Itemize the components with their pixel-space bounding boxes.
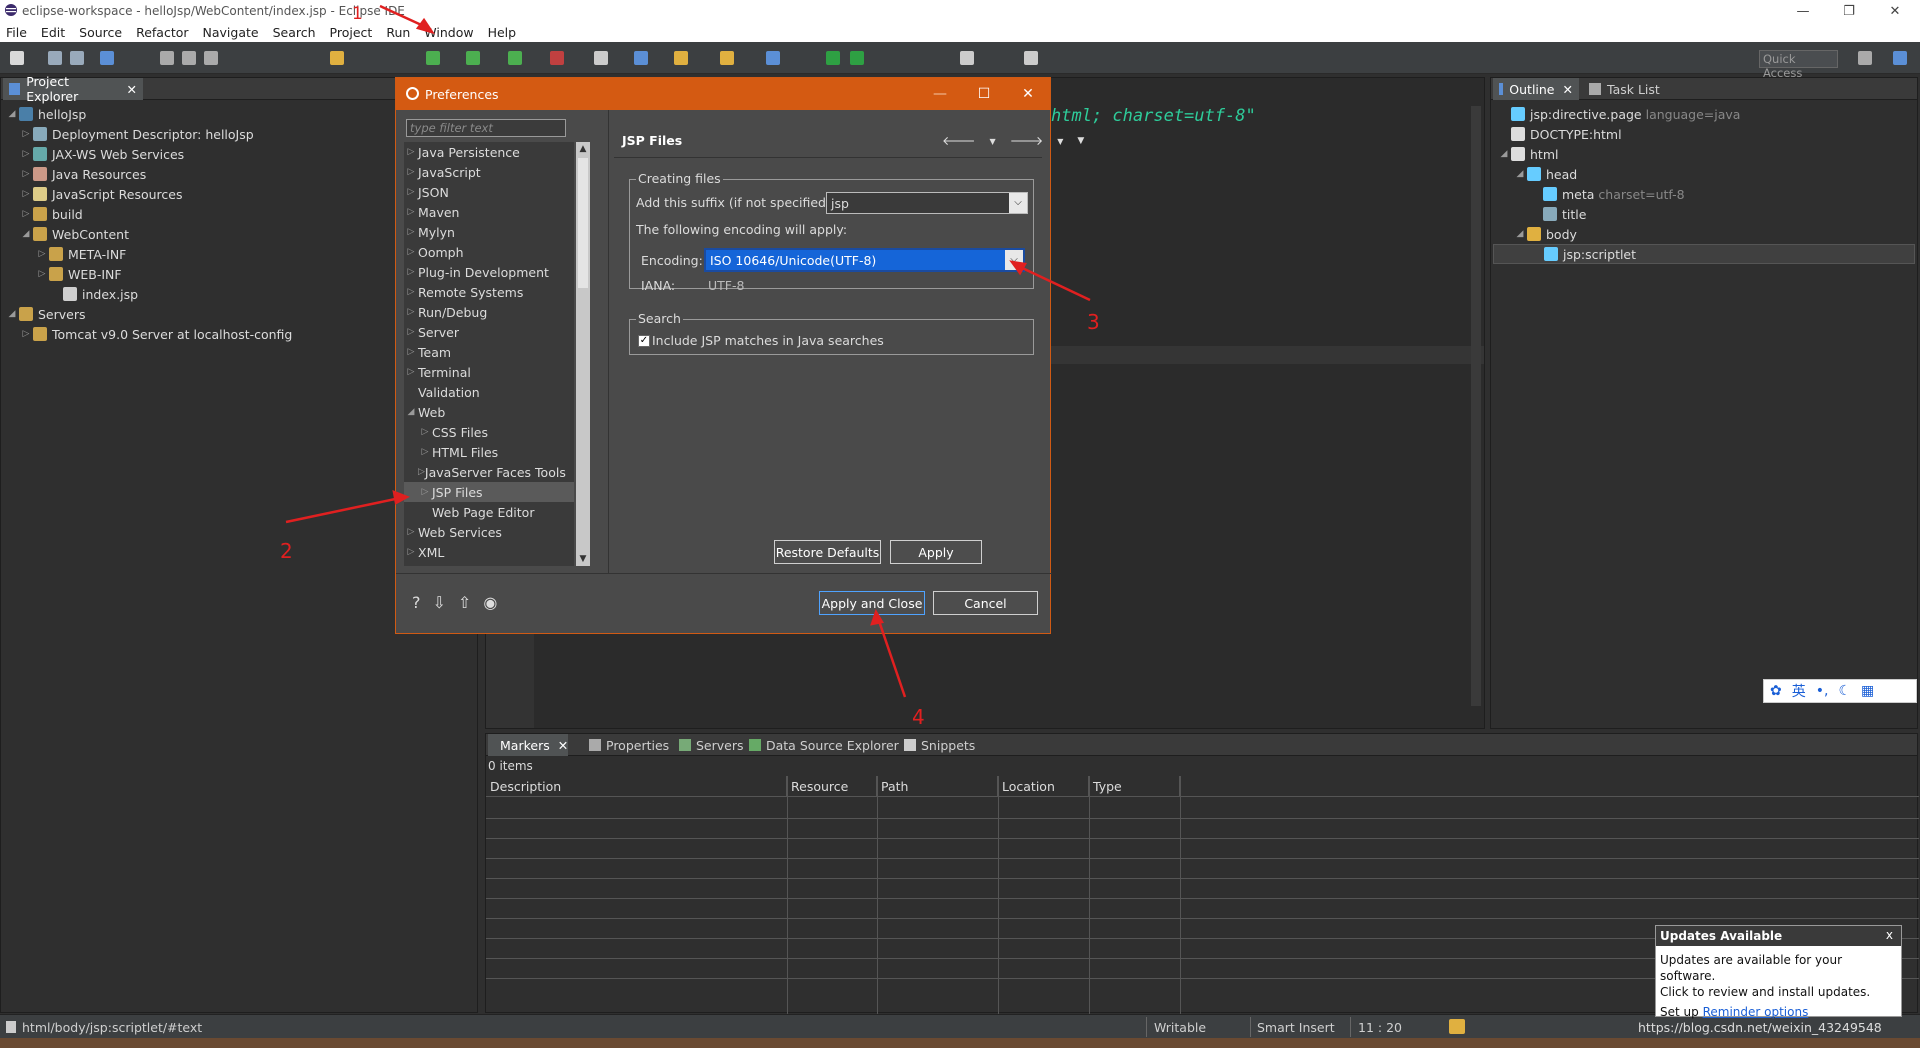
status-icon <box>6 1021 16 1033</box>
status-path: html/body/jsp:scriptlet/#text <box>22 1020 203 1035</box>
updates-title: Updates Available <box>1660 929 1783 943</box>
notification-icon[interactable] <box>1449 1019 1465 1034</box>
status-divider <box>1250 1017 1251 1037</box>
status-bar: html/body/jsp:scriptlet/#text Writable S… <box>0 1014 1920 1038</box>
annotation-number: 1 <box>352 4 363 24</box>
updates-line2[interactable]: Click to review and install updates. <box>1660 984 1897 1000</box>
status-divider <box>1350 1017 1351 1037</box>
taskbar-strip <box>0 1038 1920 1048</box>
annotation-number: 2 <box>280 539 293 563</box>
updates-setup-text: Set up <box>1660 1005 1699 1019</box>
updates-line1: Updates are available for your software. <box>1660 953 1843 983</box>
status-divider <box>1146 1017 1147 1037</box>
updates-body: Updates are available for your software.… <box>1656 946 1901 1020</box>
annotation-arrows <box>285 4 1091 698</box>
watermark-text: https://blog.csdn.net/weixin_43249548 <box>1638 1020 1882 1035</box>
status-insert-mode: Smart Insert <box>1257 1020 1335 1035</box>
updates-header: Updates Available x <box>1656 926 1901 946</box>
status-position: 11 : 20 <box>1358 1020 1402 1035</box>
updates-popup[interactable]: Updates Available x Updates are availabl… <box>1655 925 1902 1020</box>
reminder-options-link[interactable]: Reminder options <box>1703 1005 1809 1019</box>
close-icon[interactable]: x <box>1886 928 1893 942</box>
updates-setup-row: Set up Reminder options <box>1660 1004 1897 1020</box>
annotation-number: 4 <box>912 705 925 729</box>
annotation-number: 3 <box>1087 310 1100 334</box>
status-writable: Writable <box>1154 1020 1207 1035</box>
